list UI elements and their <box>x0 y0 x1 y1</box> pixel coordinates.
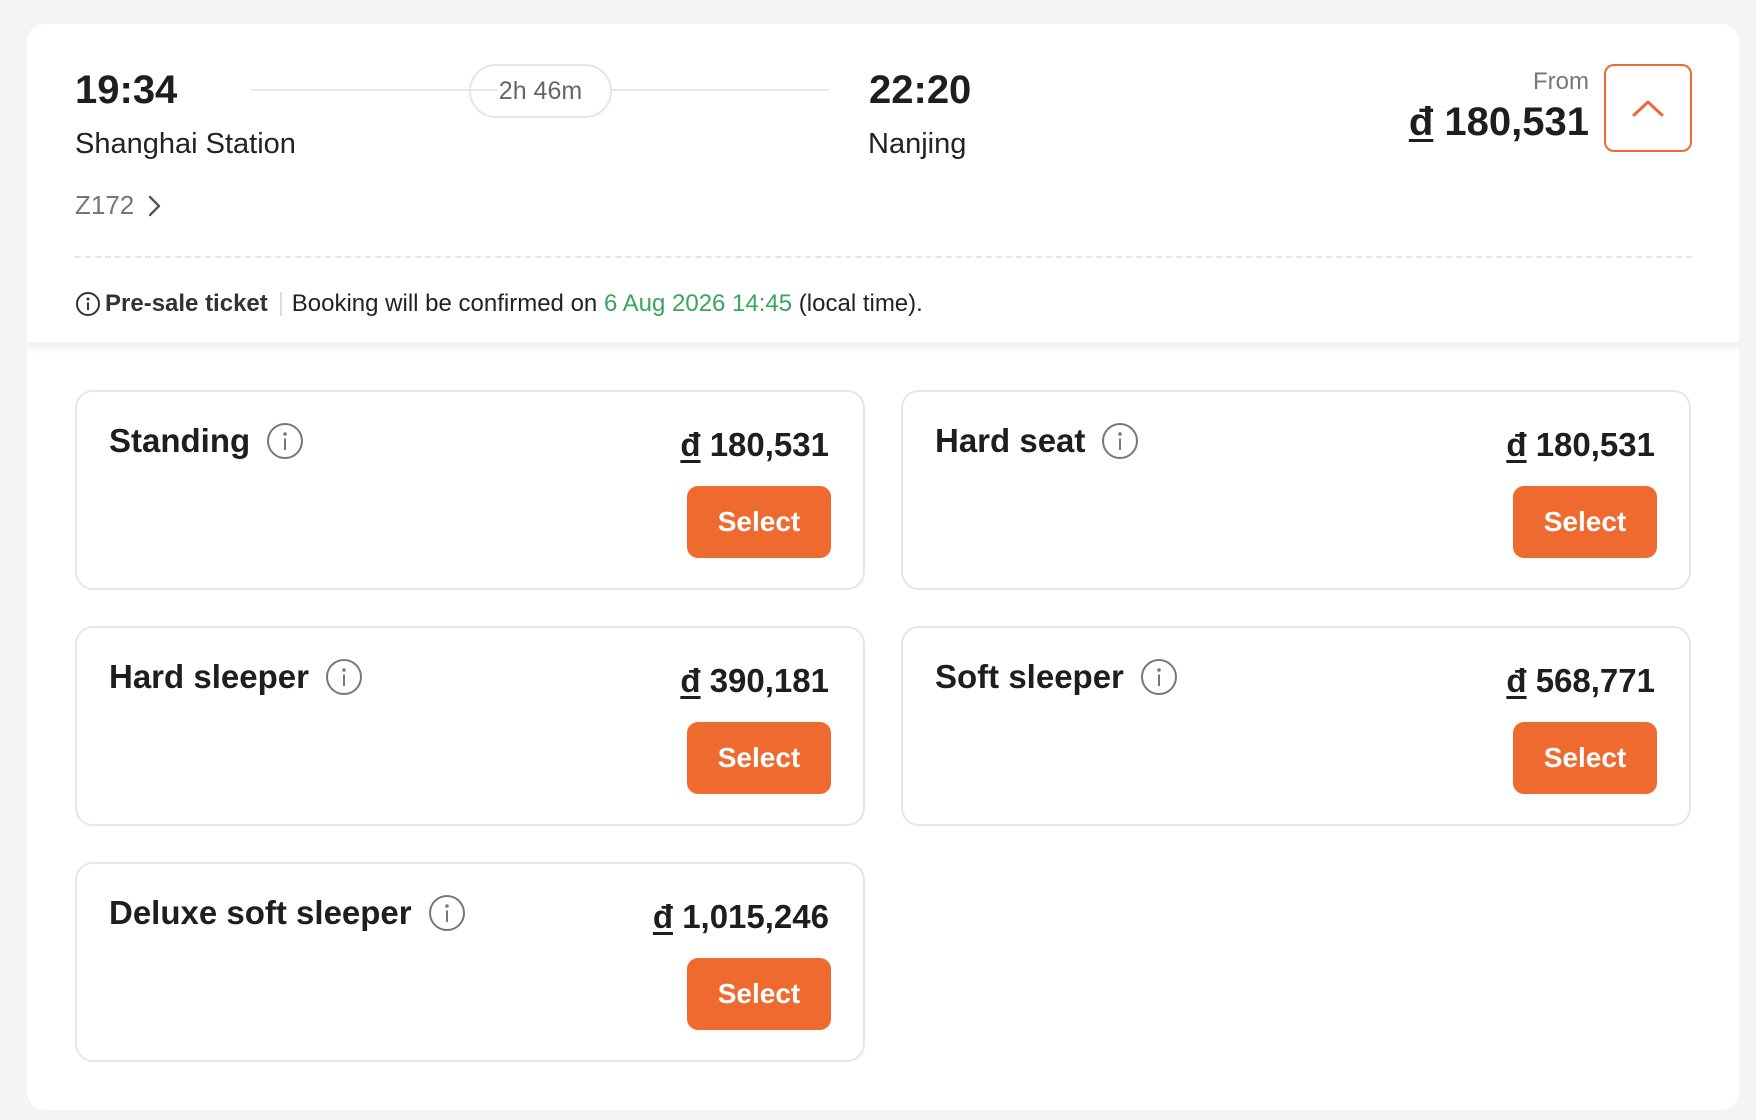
seat-option-standing: Standing đ 180,531 Select <box>75 390 865 590</box>
info-icon[interactable] <box>266 422 304 460</box>
select-button[interactable]: Select <box>687 958 831 1030</box>
select-button[interactable]: Select <box>687 486 831 558</box>
seat-price: đ 180,531 <box>680 426 829 463</box>
seat-price: đ 180,531 <box>1506 426 1655 463</box>
seat-name: Standing <box>109 422 304 460</box>
departure-time: 19:34 <box>75 68 178 112</box>
separator <box>279 292 282 316</box>
notice-suffix: (local time). <box>798 290 923 317</box>
presale-label: Pre-sale ticket <box>105 290 268 317</box>
select-button[interactable]: Select <box>687 722 831 794</box>
seat-price: đ 568,771 <box>1506 662 1655 699</box>
seat-price: đ 1,015,246 <box>652 898 829 935</box>
chevron-up-icon <box>1632 100 1664 117</box>
info-icon <box>76 292 100 316</box>
collapse-button[interactable] <box>1604 64 1692 152</box>
seat-option-soft-sleeper: Soft sleeper đ 568,771 Select <box>901 626 1691 826</box>
arrival-station: Nanjing <box>868 128 967 160</box>
trip-summary-header: 19:34 Shanghai Station 2h 46m 22:20 Nanj… <box>27 24 1739 342</box>
train-result-card: 19:34 Shanghai Station 2h 46m 22:20 Nanj… <box>27 24 1739 1110</box>
info-icon[interactable] <box>325 658 363 696</box>
seat-name: Soft sleeper <box>935 658 1178 696</box>
departure-station: Shanghai Station <box>75 128 296 160</box>
seat-name: Deluxe soft sleeper <box>109 894 466 932</box>
seat-name: Hard seat <box>935 422 1139 460</box>
header-shadow <box>27 342 1739 354</box>
from-price-value: 180,531 <box>1444 100 1589 144</box>
seat-price: đ 390,181 <box>680 662 829 699</box>
info-icon[interactable] <box>1101 422 1139 460</box>
info-icon[interactable] <box>1140 658 1178 696</box>
train-number-link[interactable]: Z172 <box>75 190 164 221</box>
seat-option-hard-seat: Hard seat đ 180,531 Select <box>901 390 1691 590</box>
arrival-time: 22:20 <box>869 68 972 112</box>
route-line-right <box>611 89 829 91</box>
route-line-left <box>251 89 497 91</box>
select-button[interactable]: Select <box>1513 486 1657 558</box>
info-icon[interactable] <box>428 894 466 932</box>
currency-symbol: đ <box>1408 100 1434 144</box>
confirmation-date: 6 Aug 2026 14:45 <box>603 290 793 317</box>
select-button[interactable]: Select <box>1513 722 1657 794</box>
from-price: đ 180,531 <box>1409 100 1589 145</box>
from-label: From <box>1533 68 1589 95</box>
seat-name: Hard sleeper <box>109 658 363 696</box>
notice-text: Booking will be confirmed on <box>291 290 598 317</box>
divider <box>75 256 1692 258</box>
train-number: Z172 <box>75 190 135 220</box>
chevron-right-icon <box>149 195 161 216</box>
seat-option-deluxe-soft-sleeper: Deluxe soft sleeper đ 1,015,246 Select <box>75 862 865 1062</box>
presale-notice: Pre-sale ticket Booking will be confirme… <box>75 284 923 324</box>
duration-badge: 2h 46m <box>469 64 612 118</box>
seat-option-hard-sleeper: Hard sleeper đ 390,181 Select <box>75 626 865 826</box>
